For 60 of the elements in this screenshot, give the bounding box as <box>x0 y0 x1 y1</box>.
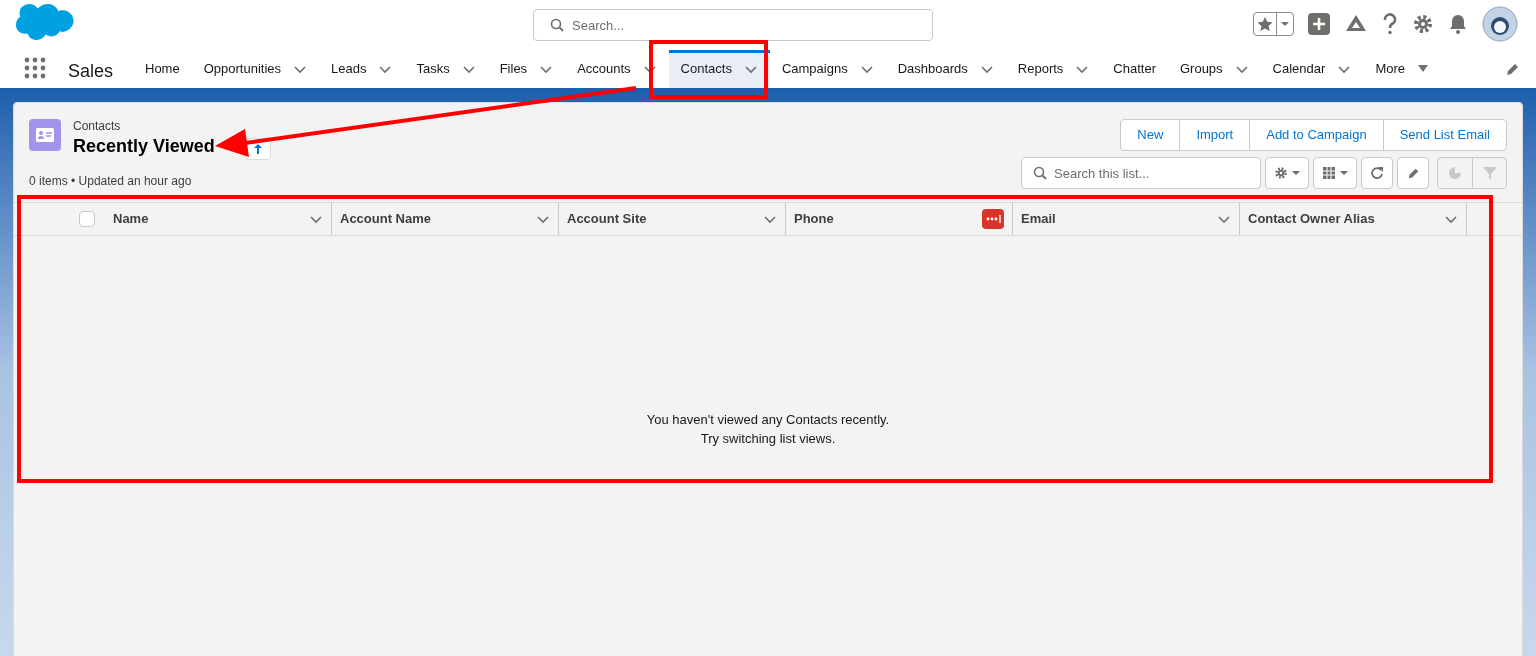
column-header[interactable]: Account Site <box>559 203 786 235</box>
column-header[interactable]: Email <box>1013 203 1240 235</box>
nav-tab[interactable]: Groups <box>1167 50 1261 88</box>
empty-message: You haven't viewed any Contacts recently. <box>646 411 890 429</box>
nav-tab[interactable]: Contacts <box>668 50 770 88</box>
action-button[interactable]: New <box>1121 120 1180 150</box>
action-button[interactable]: Add to Campaign <box>1249 120 1383 150</box>
column-header[interactable]: Name <box>105 203 332 235</box>
edit-icon[interactable] <box>1505 62 1520 77</box>
nav-tab[interactable]: Reports <box>1005 50 1102 88</box>
caret-icon <box>1340 170 1348 176</box>
select-all-checkbox[interactable] <box>79 211 95 227</box>
edit-button[interactable] <box>1397 157 1429 189</box>
caret-icon <box>1292 170 1300 176</box>
nav-tab[interactable]: Home <box>133 50 192 88</box>
pin-icon <box>253 143 262 154</box>
nav-tab[interactable]: Calendar <box>1260 50 1364 88</box>
table-icon <box>1322 166 1336 180</box>
app-launcher-icon[interactable] <box>24 57 46 79</box>
object-label: Contacts <box>73 119 122 133</box>
caret-icon <box>1417 64 1429 74</box>
help-icon[interactable] <box>1382 13 1398 35</box>
display-as-button[interactable] <box>1313 157 1357 189</box>
nav-tab[interactable]: Chatter <box>1101 50 1168 88</box>
list-search-field[interactable]: Search this list... <box>1021 157 1261 189</box>
search-icon <box>550 18 564 32</box>
nav-tab[interactable]: Opportunities <box>191 50 319 88</box>
filter-icon <box>1482 166 1497 180</box>
nav-tab[interactable]: Accounts <box>565 50 669 88</box>
column-header[interactable]: Contact Owner Alias <box>1240 203 1467 235</box>
column-header[interactable]: Account Name <box>332 203 559 235</box>
column-header[interactable]: Phone <box>786 203 1013 235</box>
more-tab[interactable]: More <box>1363 50 1441 88</box>
action-button[interactable]: Send List Email <box>1382 120 1506 150</box>
dots-icon <box>982 209 1004 229</box>
bell-icon[interactable] <box>1448 13 1468 35</box>
refresh-button[interactable] <box>1361 157 1393 189</box>
list-status: 0 items • Updated an hour ago <box>29 173 193 190</box>
nav-tab[interactable]: Dashboards <box>885 50 1006 88</box>
caret-icon <box>1281 22 1289 26</box>
action-button[interactable]: Import <box>1179 120 1250 150</box>
nav-tab[interactable]: Files <box>487 50 566 88</box>
avatar-icon[interactable] <box>1482 6 1518 42</box>
app-name: Sales <box>68 60 114 83</box>
list-view-title[interactable]: Recently Viewed <box>73 133 215 160</box>
nav-tab[interactable]: Tasks <box>404 50 488 88</box>
pencil-icon <box>1406 166 1420 180</box>
favorites-button[interactable] <box>1253 12 1294 36</box>
settings-icon[interactable] <box>1412 13 1434 35</box>
settings-button[interactable] <box>1265 157 1309 189</box>
add-icon[interactable] <box>1308 13 1330 35</box>
contact-card-icon <box>29 119 61 151</box>
refresh-icon <box>1370 166 1384 180</box>
search-field[interactable]: Search... <box>533 9 933 41</box>
nav-tab[interactable]: Leads <box>319 50 405 88</box>
nav-tab[interactable]: Campaigns <box>769 50 886 88</box>
empty-message: Try switching list views. <box>700 430 836 448</box>
settings-icon <box>1274 166 1288 180</box>
search-icon <box>1033 166 1047 180</box>
pie-chart-icon <box>1448 166 1462 180</box>
